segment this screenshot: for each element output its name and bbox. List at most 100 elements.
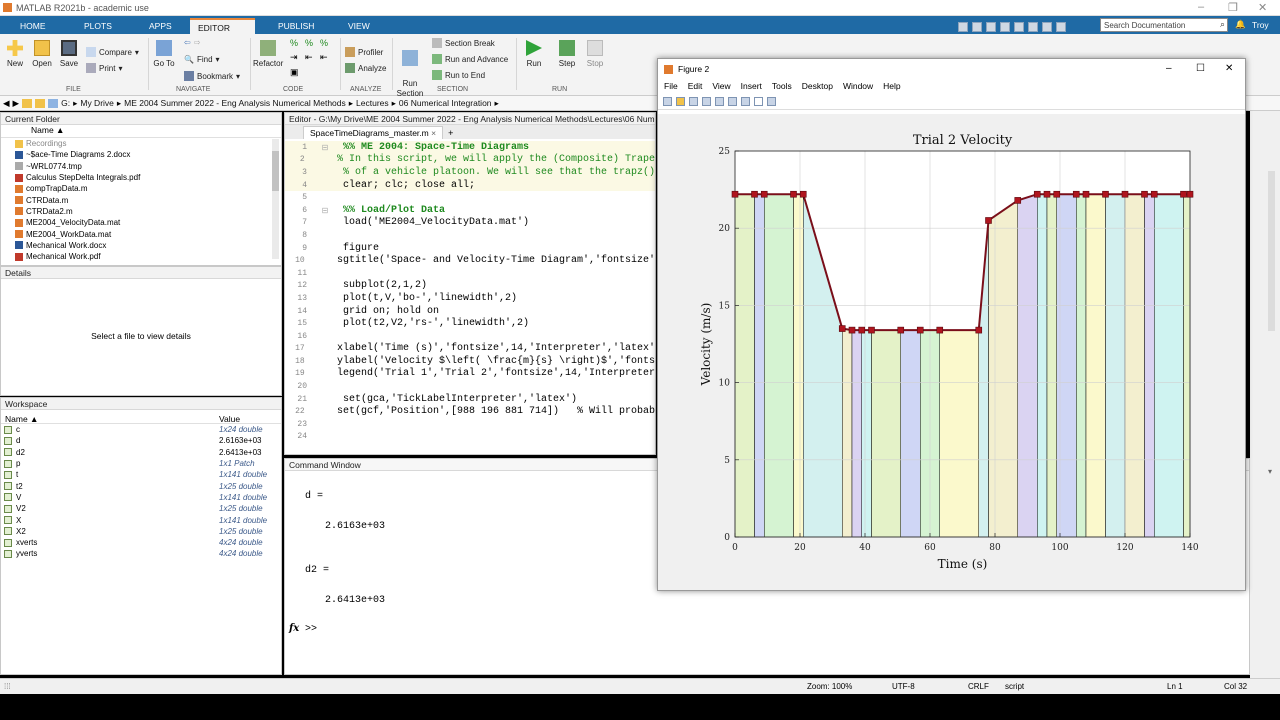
file-item[interactable]: Recordings [15, 138, 281, 149]
code-area[interactable]: 1 ⊟%% ME 2004: Space-Time Diagrams 2% In t… [285, 141, 655, 454]
code-line[interactable]: 2 % In this script, we will apply the (Co… [285, 153, 655, 167]
breadcrumb-folder[interactable]: 06 Numerical Integration [399, 98, 492, 108]
code-line[interactable]: 3 % of a vehicle platoon. We will see tha… [285, 166, 655, 179]
save-figure-icon[interactable] [689, 96, 698, 106]
forward-arrow-icon[interactable]: ⇨ [194, 38, 201, 47]
code-line[interactable]: 7 load('ME2004_VelocityData.mat') [285, 217, 655, 230]
switch-windows-icon[interactable] [1042, 22, 1052, 32]
back-arrow-icon[interactable]: ⇦ [184, 38, 191, 47]
undo-icon[interactable] [1014, 22, 1024, 32]
close-tab-icon[interactable]: × [431, 128, 436, 138]
name-column-header[interactable]: Name ▲ [1, 125, 281, 138]
workspace-name-header[interactable]: Name ▲ [5, 414, 38, 424]
code-line[interactable]: 16 [285, 330, 655, 343]
colorbar-icon[interactable] [728, 96, 737, 106]
figure-canvas[interactable]: 0 20 40 60 80 100 120 140 0 5 10 15 20 25 Trial 2 Velo… [658, 114, 1245, 590]
tab-editor[interactable]: EDITOR [190, 18, 255, 34]
goto-button[interactable]: Go To [152, 40, 176, 68]
variable-row[interactable]: X2 1x25 double [1, 526, 281, 537]
code-line[interactable]: 22 set(gcf,'Position',[988 196 881 714]) … [285, 405, 655, 418]
code-line[interactable]: 14 grid on; hold on [285, 305, 655, 318]
figure-menu-tools[interactable]: Tools [772, 81, 792, 91]
wrap-comment-icon[interactable]: % [320, 38, 332, 48]
file-item[interactable]: Mechanical Work.docx [15, 240, 281, 251]
scrollbar-thumb[interactable] [272, 151, 279, 191]
redo-icon[interactable] [1028, 22, 1038, 32]
step-button[interactable]: Step [555, 40, 579, 68]
browse-folder-icon[interactable] [35, 98, 46, 108]
paste-icon[interactable] [1000, 22, 1010, 32]
breadcrumb-mydrive[interactable]: My Drive [80, 98, 114, 108]
code-line[interactable]: 19 legend('Trial 1','Trial 2','fontsize',… [285, 368, 655, 381]
bell-icon[interactable]: 🔔 [1235, 19, 1246, 30]
profiler-button[interactable]: Profiler [345, 47, 383, 57]
tab-view[interactable]: VIEW [340, 18, 378, 34]
figure-menu-window[interactable]: Window [843, 81, 873, 91]
code-line[interactable]: 18 ylabel('Velocity $\left( \frac{m}{s} \… [285, 355, 655, 368]
variable-row[interactable]: d2 2.6413e+03 [1, 447, 281, 458]
print-figure-icon[interactable] [702, 96, 711, 106]
code-line[interactable]: 23 [285, 418, 655, 431]
tab-publish[interactable]: PUBLISH [270, 18, 322, 34]
velocity-chart[interactable]: 0 20 40 60 80 100 120 140 0 5 10 15 20 25 Trial 2 Velo… [658, 114, 1245, 590]
compare-button[interactable]: Compare ▾ [86, 47, 139, 57]
figure-menu-file[interactable]: File [664, 81, 678, 91]
code-line[interactable]: 24 [285, 431, 655, 444]
breadcrumb-lectures[interactable]: Lectures [356, 98, 389, 108]
forward-icon[interactable]: ▶ [13, 98, 20, 109]
legend-icon[interactable] [741, 96, 750, 106]
bookmark-button[interactable]: Bookmark ▾ [184, 71, 240, 81]
find-button[interactable]: 🔍 Find ▾ [184, 55, 220, 64]
figure-window[interactable]: Figure 2 – ☐ ✕ File Edit View Insert Tools De… [657, 58, 1246, 591]
help-icon[interactable] [1056, 22, 1066, 32]
save-button[interactable]: Save [58, 40, 80, 68]
open-file-icon[interactable] [676, 96, 685, 106]
breadcrumb-drive[interactable]: G: [61, 98, 70, 108]
tab-apps[interactable]: APPS [141, 18, 180, 34]
scroll-down-icon[interactable]: ▾ [1268, 467, 1272, 476]
file-item[interactable]: Mechanical Work.pdf [15, 251, 281, 262]
section-break-button[interactable]: Section Break [432, 38, 495, 48]
code-line[interactable]: 12 subplot(2,1,2) [285, 280, 655, 293]
folder-up-icon[interactable] [22, 98, 33, 108]
increase-indent-icon[interactable]: ⇤ [305, 52, 317, 63]
uncomment-icon[interactable]: % [305, 38, 317, 48]
print-button[interactable]: Print ▾ [86, 63, 122, 73]
variable-row[interactable]: p 1x1 Patch [1, 458, 281, 469]
restore-icon[interactable]: ❐ [1228, 1, 1238, 14]
back-forward-buttons[interactable]: ⇦ ⇨ [184, 38, 200, 47]
new-button[interactable]: New [4, 40, 26, 68]
run-section-button[interactable]: Run Section [395, 40, 425, 99]
code-line[interactable]: 21 set(gca,'TickLabelInterpreter','latex'… [285, 393, 655, 406]
link-plot-icon[interactable] [715, 96, 724, 106]
editor-vertical-scrollbar[interactable] [1268, 171, 1275, 331]
save-icon[interactable] [958, 22, 968, 32]
file-item[interactable]: ME2004_WorkData.mat [15, 228, 281, 239]
figure-minimize-icon[interactable]: – [1166, 63, 1172, 74]
figure-menu-view[interactable]: View [712, 81, 730, 91]
smart-indent-icon[interactable]: ▣ [290, 67, 302, 78]
code-line[interactable]: 11 [285, 267, 655, 280]
variable-row[interactable]: X 1x141 double [1, 514, 281, 525]
edit-plot-icon[interactable] [754, 96, 763, 106]
code-line[interactable]: 5 [285, 191, 655, 204]
run-to-end-button[interactable]: Run to End [432, 70, 485, 80]
editor-file-tab[interactable]: SpaceTimeDiagrams_master.m × [303, 126, 444, 139]
file-item[interactable]: CTRData.m [15, 194, 281, 205]
variable-row[interactable]: t 1x141 double [1, 469, 281, 480]
refactor-button[interactable]: Refactor [253, 40, 283, 68]
new-tab-button[interactable]: + [443, 127, 458, 139]
breadcrumb-course[interactable]: ME 2004 Summer 2022 - Eng Analysis Numer… [124, 98, 346, 108]
file-item[interactable]: ~WRL0774.tmp [15, 161, 281, 172]
variable-row[interactable]: V2 1x25 double [1, 503, 281, 514]
cut-icon[interactable] [972, 22, 982, 32]
back-icon[interactable]: ◀ [3, 98, 10, 109]
analyze-button[interactable]: Analyze [345, 63, 386, 73]
variable-row[interactable]: c 1x24 double [1, 424, 281, 435]
user-menu[interactable]: Troy [1252, 20, 1269, 30]
fold-gutter[interactable]: ⊟ [307, 206, 343, 215]
run-button[interactable]: Run [522, 40, 546, 68]
variable-row[interactable]: xverts 4x24 double [1, 537, 281, 548]
open-button[interactable]: Open [30, 40, 54, 68]
tab-home[interactable]: HOME [12, 18, 54, 34]
